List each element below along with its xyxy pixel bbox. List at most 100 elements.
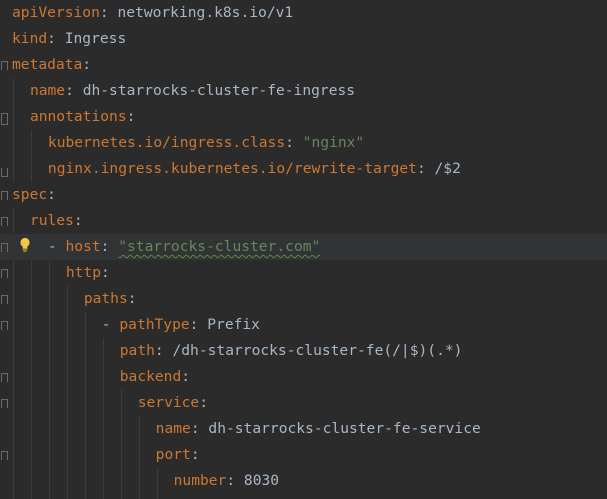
yaml-colon: :	[127, 290, 137, 307]
fold-marker-icon[interactable]	[1, 191, 8, 200]
fold-marker-icon[interactable]	[1, 373, 8, 382]
yaml-colon: :	[126, 108, 136, 125]
yaml-value: Prefix	[198, 316, 260, 333]
code-line[interactable]: annotations:	[0, 104, 607, 130]
code-text: - host: "starrocks-cluster.com"	[48, 234, 320, 260]
code-line[interactable]: http:	[0, 260, 607, 286]
yaml-colon: :	[190, 420, 200, 437]
yaml-colon: :	[181, 368, 191, 385]
yaml-colon: :	[154, 342, 164, 359]
code-text: - pathType: Prefix	[102, 312, 260, 338]
code-text: rules:	[30, 208, 83, 234]
fold-marker-icon[interactable]	[1, 269, 8, 278]
code-text: name: dh-starrocks-cluster-fe-ingress	[30, 78, 355, 104]
yaml-key: kubernetes.io/ingress.class	[47, 134, 286, 151]
yaml-string-value: "nginx"	[302, 134, 365, 151]
list-dash: -	[101, 316, 120, 333]
yaml-key: apiVersion	[12, 4, 100, 21]
code-text: kubernetes.io/ingress.class: "nginx"	[48, 130, 364, 156]
lightbulb-icon[interactable]	[19, 237, 31, 253]
code-line[interactable]: port:	[0, 442, 607, 468]
code-line[interactable]: metadata:	[0, 52, 607, 78]
code-editor[interactable]: apiVersion: networking.k8s.io/v1 kind: In…	[0, 0, 607, 499]
fold-marker-icon[interactable]	[1, 217, 8, 226]
yaml-colon: :	[47, 30, 56, 47]
yaml-key: pathType	[119, 316, 190, 333]
fold-marker-icon[interactable]	[1, 168, 8, 177]
code-line[interactable]: nginx.ingress.kubernetes.io/rewrite-targ…	[0, 156, 607, 182]
yaml-value: 8030	[235, 472, 280, 489]
yaml-colon: :	[285, 134, 303, 151]
yaml-value: dh-starrocks-cluster-fe-ingress	[73, 82, 356, 99]
yaml-key: nginx.ingress.kubernetes.io/rewrite-targ…	[47, 160, 417, 177]
yaml-key: name	[155, 420, 191, 437]
fold-marker-icon[interactable]	[1, 399, 8, 408]
code-line[interactable]: backend:	[0, 364, 607, 390]
code-text: apiVersion: networking.k8s.io/v1	[12, 0, 293, 26]
code-text: backend:	[120, 364, 190, 390]
code-text: http:	[66, 260, 110, 286]
code-text: number: 8030	[174, 468, 279, 494]
code-text: annotations:	[30, 104, 135, 130]
code-line[interactable]: paths:	[0, 286, 607, 312]
yaml-colon: :	[101, 264, 110, 281]
code-line[interactable]: apiVersion: networking.k8s.io/v1	[0, 0, 607, 26]
yaml-key: rules	[29, 212, 74, 229]
code-text: spec:	[12, 182, 56, 208]
yaml-colon: :	[82, 56, 92, 73]
code-text: paths:	[84, 286, 137, 312]
yaml-key: path	[119, 342, 155, 359]
fold-marker-icon[interactable]	[1, 61, 8, 70]
code-text: kind: Ingress	[12, 26, 126, 52]
fold-marker-icon[interactable]	[1, 113, 8, 122]
yaml-key: metadata	[12, 56, 83, 73]
yaml-key: number	[173, 472, 227, 489]
yaml-colon: :	[99, 4, 109, 21]
code-text: name: dh-starrocks-cluster-fe-service	[156, 416, 481, 442]
fold-marker-icon[interactable]	[1, 321, 8, 330]
code-line[interactable]: - host: "starrocks-cluster.com"	[0, 234, 607, 260]
yaml-colon: :	[226, 472, 236, 489]
yaml-value: /$2	[425, 160, 461, 177]
yaml-value: /dh-starrocks-cluster-fe(/|$)(.*)	[163, 342, 463, 359]
fold-marker-icon[interactable]	[1, 295, 8, 304]
fold-marker-icon[interactable]	[1, 451, 8, 460]
yaml-key: annotations	[29, 108, 127, 125]
code-text: metadata:	[12, 52, 91, 78]
list-dash: -	[47, 238, 66, 255]
code-line[interactable]: name: dh-starrocks-cluster-fe-service	[0, 416, 607, 442]
code-line[interactable]: name: dh-starrocks-cluster-fe-ingress	[0, 78, 607, 104]
fold-marker-icon[interactable]	[1, 243, 8, 252]
yaml-colon: :	[65, 82, 74, 99]
code-line[interactable]: - pathType: Prefix	[0, 312, 607, 338]
code-line[interactable]: rules:	[0, 208, 607, 234]
yaml-value: networking.k8s.io/v1	[108, 4, 294, 21]
yaml-key: paths	[83, 290, 128, 307]
code-line[interactable]: kind: Ingress	[0, 26, 607, 52]
yaml-key: service	[137, 394, 200, 411]
yaml-string-value: "starrocks-cluster.com"	[118, 238, 321, 255]
yaml-value: Ingress	[55, 30, 127, 47]
code-line[interactable]: kubernetes.io/ingress.class: "nginx"	[0, 130, 607, 156]
yaml-key: name	[29, 82, 66, 99]
code-line[interactable]: spec:	[0, 182, 607, 208]
yaml-key: host	[65, 238, 101, 255]
yaml-colon: :	[47, 186, 56, 203]
yaml-key: port	[155, 446, 191, 463]
code-text: service:	[138, 390, 208, 416]
yaml-key: backend	[119, 368, 182, 385]
yaml-key: http	[65, 264, 102, 281]
yaml-key: spec	[12, 186, 48, 203]
code-text: path: /dh-starrocks-cluster-fe(/|$)(.*)	[120, 338, 463, 364]
code-line[interactable]: path: /dh-starrocks-cluster-fe(/|$)(.*)	[0, 338, 607, 364]
code-text: nginx.ingress.kubernetes.io/rewrite-targ…	[48, 156, 461, 182]
yaml-colon: :	[190, 446, 200, 463]
yaml-colon: :	[416, 160, 426, 177]
code-line[interactable]: service:	[0, 390, 607, 416]
yaml-colon: :	[73, 212, 83, 229]
yaml-key: kind	[12, 30, 48, 47]
yaml-value: dh-starrocks-cluster-fe-service	[199, 420, 481, 437]
code-line[interactable]: number: 8030	[0, 468, 607, 494]
yaml-colon: :	[199, 394, 209, 411]
yaml-colon: :	[100, 238, 119, 255]
